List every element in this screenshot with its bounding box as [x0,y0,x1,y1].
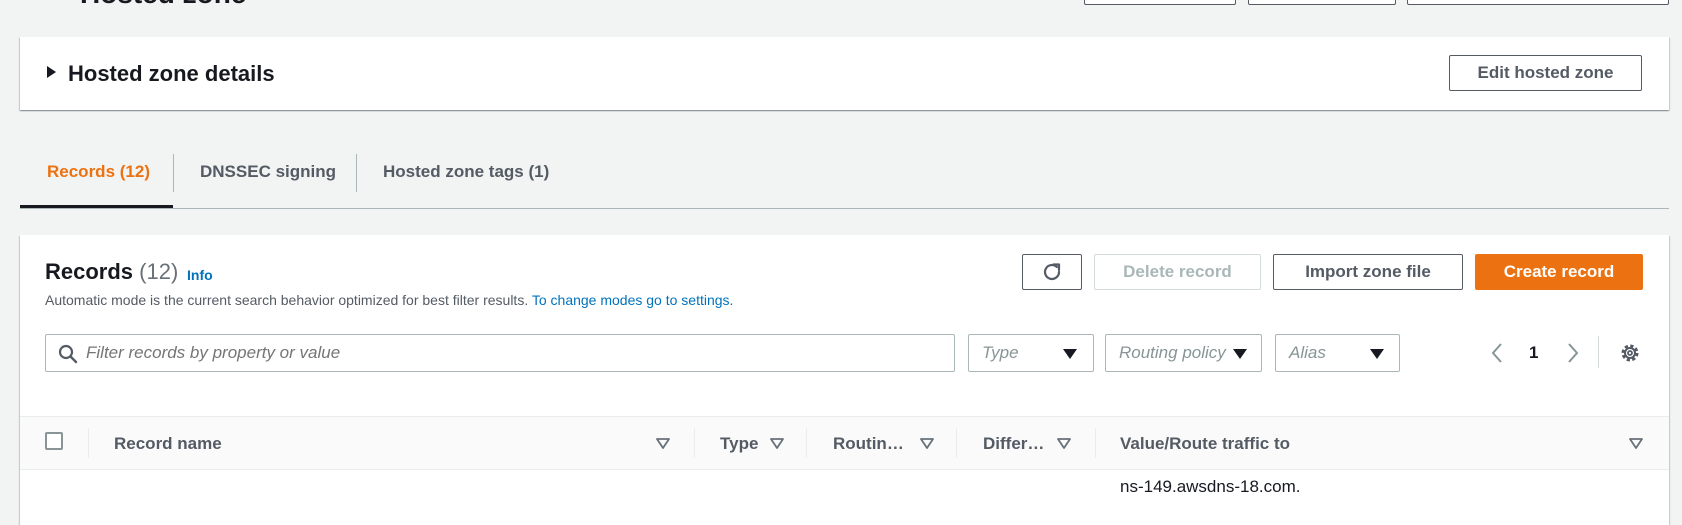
import-zone-file-button[interactable]: Import zone file [1273,254,1463,290]
header-button-1[interactable] [1084,0,1236,5]
sort-icon[interactable] [920,436,934,450]
caret-down-icon [1233,349,1247,359]
tab-dnssec-signing[interactable]: DNSSEC signing [200,162,336,182]
sort-icon[interactable] [770,436,784,450]
type-select[interactable]: Type [968,334,1094,372]
tab-divider [173,154,174,192]
column-divider [1095,428,1096,458]
search-icon [58,344,78,364]
column-divider [694,428,695,458]
create-record-button[interactable]: Create record [1475,254,1643,290]
delete-record-button[interactable]: Delete record [1094,254,1261,290]
edit-hosted-zone-button[interactable]: Edit hosted zone [1449,55,1642,91]
records-title-text: Records [45,259,134,284]
alias-select[interactable]: Alias [1275,334,1400,372]
previous-page-icon[interactable] [1489,342,1505,364]
tabs-baseline [20,208,1669,209]
page-title: Hosted zone [80,0,246,10]
column-header-record-name[interactable]: Record name [114,434,222,454]
search-mode-text: Automatic mode is the current search beh… [45,292,529,308]
routing-policy-select-value: Routing policy [1119,343,1226,362]
records-title: Records (12) [45,259,178,285]
refresh-button[interactable] [1022,254,1082,290]
refresh-icon [1043,263,1061,281]
caret-down-icon [1370,349,1384,359]
sort-icon[interactable] [1057,436,1071,450]
next-page-icon[interactable] [1565,342,1581,364]
table-row-value: ns-149.awsdns-18.com. [1120,477,1301,496]
sort-icon[interactable] [656,436,670,450]
tab-records[interactable]: Records (12) [47,162,150,182]
info-link[interactable]: Info [187,267,213,283]
column-header-value[interactable]: Value/Route traffic to [1120,434,1290,454]
tab-divider [356,154,357,192]
settings-link[interactable]: To change modes go to settings. [532,292,734,308]
routing-policy-select[interactable]: Routing policy [1105,334,1262,372]
column-divider [88,428,89,458]
records-count: (12) [139,259,179,284]
hosted-zone-details-panel: Hosted zone details Edit hosted zone [20,37,1669,110]
expand-caret-icon[interactable] [47,66,56,78]
column-header-differentiator[interactable]: Differ… [983,434,1044,454]
current-page-number[interactable]: 1 [1529,343,1538,363]
select-all-checkbox[interactable] [45,432,63,450]
filter-records-field[interactable] [45,334,955,372]
settings-gear-icon[interactable] [1618,341,1642,365]
tab-hosted-zone-tags[interactable]: Hosted zone tags (1) [383,162,549,182]
table-row-value-cutoff [1120,499,1260,509]
type-select-value: Type [982,343,1019,362]
caret-down-icon [1063,349,1077,359]
header-button-2[interactable] [1248,0,1396,5]
column-header-routing-policy[interactable]: Routin… [833,434,904,454]
hosted-zone-details-title[interactable]: Hosted zone details [68,61,275,87]
sort-icon[interactable] [1629,436,1643,450]
column-header-type[interactable]: Type [720,434,758,454]
column-divider [956,428,957,458]
filter-records-input[interactable] [86,341,946,365]
header-button-3[interactable] [1407,0,1669,5]
column-divider [806,428,807,458]
alias-select-value: Alias [1289,343,1326,362]
records-description: Automatic mode is the current search beh… [45,292,733,308]
pagination-divider [1598,336,1599,368]
